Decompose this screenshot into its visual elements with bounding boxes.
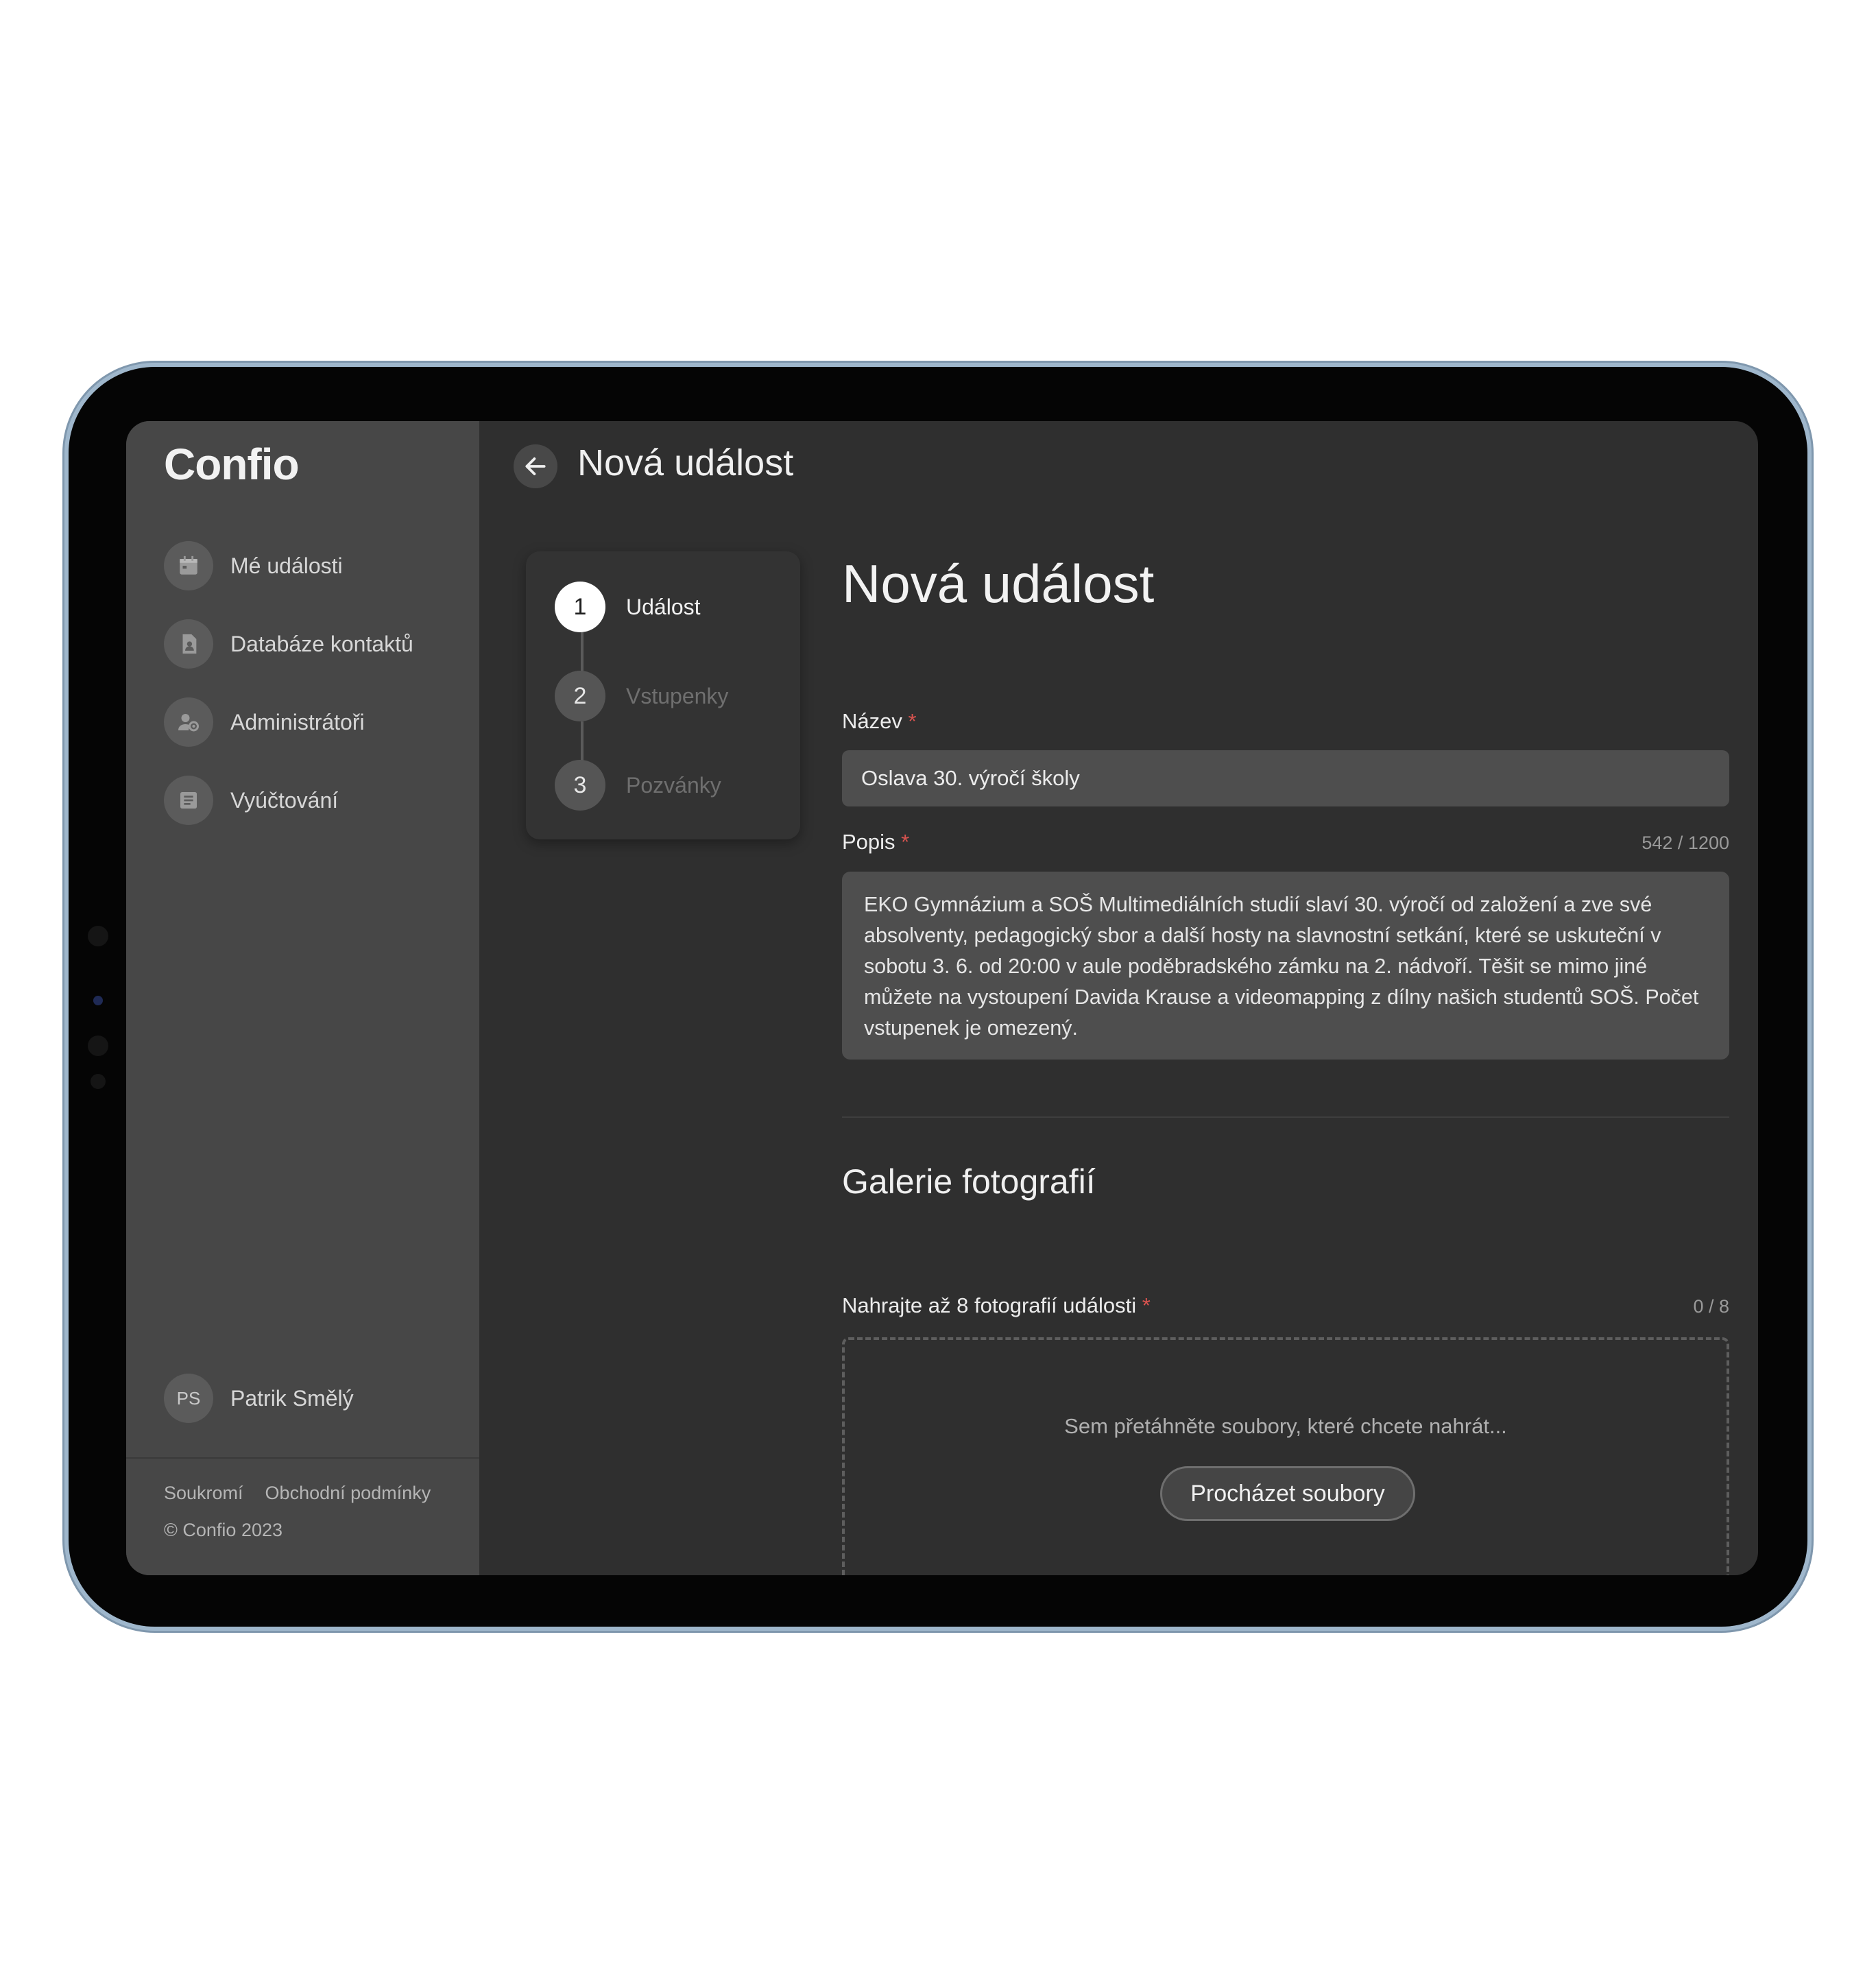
sidebar-item-admins[interactable]: Administrátoři — [164, 697, 365, 747]
step-tickets[interactable]: 2 Vstupenky — [555, 671, 728, 721]
name-input[interactable] — [842, 750, 1729, 806]
camera-dot-4 — [91, 1074, 106, 1089]
stepper: 1 Událost 2 Vstupenky 3 Pozvánky — [526, 551, 800, 839]
description-textarea[interactable]: EKO Gymnázium a SOŠ Multimediálních stud… — [842, 872, 1729, 1060]
step-label: Vstupenky — [626, 683, 729, 708]
required-mark: * — [1142, 1293, 1151, 1317]
stepper-connector — [581, 632, 584, 672]
app-screen: Confio Mé události Databáze kontaktů Adm… — [126, 421, 1758, 1575]
step-label: Pozvánky — [626, 772, 721, 798]
step-number: 2 — [555, 671, 605, 721]
step-number: 3 — [555, 760, 605, 811]
sidebar-item-my-events[interactable]: Mé události — [164, 540, 343, 591]
section-divider — [842, 1116, 1729, 1118]
camera-dot-3 — [88, 1036, 108, 1056]
step-event[interactable]: 1 Událost — [555, 582, 701, 632]
browse-files-button[interactable]: Procházet soubory — [1160, 1466, 1415, 1521]
sidebar-item-label: Vyúčtování — [230, 787, 339, 813]
admin-user-icon — [164, 697, 213, 747]
sidebar-item-billing[interactable]: Vyúčtování — [164, 775, 338, 826]
page-title: Nová událost — [577, 442, 794, 483]
sidebar-item-label: Administrátoři — [230, 709, 365, 734]
camera-dot-2 — [93, 996, 103, 1005]
back-button[interactable] — [514, 444, 557, 488]
invoice-icon — [164, 776, 213, 825]
calendar-icon — [164, 541, 213, 590]
name-field-label: Název * — [842, 709, 917, 734]
sidebar: Confio Mé události Databáze kontaktů Adm… — [126, 421, 479, 1575]
sidebar-item-contacts[interactable]: Databáze kontaktů — [164, 619, 413, 669]
sidebar-item-label: Mé události — [230, 553, 343, 578]
upload-field-label: Nahrajte až 8 fotografií události * — [842, 1293, 1151, 1318]
privacy-link[interactable]: Soukromí — [164, 1483, 243, 1504]
gallery-title: Galerie fotografií — [842, 1162, 1096, 1201]
upload-label-text: Nahrajte až 8 fotografií události — [842, 1293, 1137, 1317]
terms-link[interactable]: Obchodní podmínky — [265, 1483, 431, 1504]
copyright: © Confio 2023 — [164, 1520, 283, 1540]
step-number: 1 — [555, 582, 605, 632]
upload-counter: 0 / 8 — [1693, 1296, 1729, 1317]
description-field-label: Popis * — [842, 830, 909, 854]
dropzone-text: Sem přetáhněte soubory, které chcete nah… — [1064, 1414, 1507, 1438]
description-label-text: Popis — [842, 830, 895, 854]
photo-dropzone[interactable]: Sem přetáhněte soubory, které chcete nah… — [842, 1337, 1729, 1575]
contact-card-icon — [164, 619, 213, 669]
step-label: Událost — [626, 594, 701, 619]
avatar: PS — [164, 1374, 213, 1423]
sidebar-footer-divider — [126, 1457, 479, 1459]
form-title: Nová událost — [842, 553, 1155, 614]
name-label-text: Název — [842, 709, 902, 733]
stepper-connector — [581, 721, 584, 761]
footer-links: Soukromí Obchodní podmínky — [164, 1483, 431, 1504]
step-invitations[interactable]: 3 Pozvánky — [555, 760, 721, 811]
camera-dot-1 — [88, 926, 108, 946]
required-mark: * — [908, 709, 917, 733]
sidebar-item-label: Databáze kontaktů — [230, 631, 413, 656]
user-name: Patrik Smělý — [230, 1385, 354, 1411]
app-logo[interactable]: Confio — [164, 439, 300, 490]
required-mark: * — [901, 830, 910, 854]
user-profile[interactable]: PS Patrik Smělý — [164, 1373, 354, 1424]
arrow-left-icon — [525, 457, 546, 475]
description-counter: 542 / 1200 — [1641, 833, 1729, 853]
